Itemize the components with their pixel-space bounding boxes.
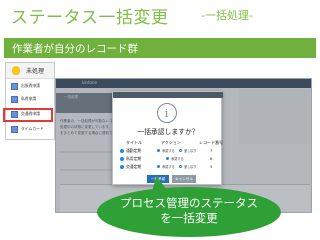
slide: ステータス一括変更 -一括処理- 作業者が自分のレコード群 未処理 出張費申請 … — [0, 0, 320, 240]
dialog-topbar — [113, 92, 223, 98]
section-heading-bar: 作業者が自分のレコード群 — [4, 38, 316, 58]
dialog-row: 私用定期 承認する 6 — [120, 156, 220, 162]
slide-title: ステータス一括変更 -一括処理- — [0, 0, 320, 30]
row-number: 7 — [210, 148, 213, 153]
app-icon — [11, 83, 18, 90]
header-action: アクション — [161, 140, 181, 145]
status-dot — [120, 157, 124, 161]
approve-label: 承認する — [171, 157, 184, 161]
row-number: 6 — [210, 156, 213, 161]
status-dot — [120, 165, 124, 169]
lightbulb-icon — [12, 66, 20, 75]
section-heading: 作業者が自分のレコード群 — [12, 43, 138, 55]
app-icon — [11, 96, 18, 103]
header-title: タイトル — [126, 140, 142, 145]
header-count: レコード番号 — [199, 140, 223, 145]
info-icon: i — [157, 103, 177, 123]
dialog-row: 通勤定期 承認する 差し戻す 7 — [120, 148, 220, 154]
callout-bubble: プロセス管理のステータス を一括変更 — [97, 187, 281, 237]
panel-item-label: 出張費申請 — [21, 83, 40, 88]
row-label: 通勤定期 — [126, 148, 142, 153]
approve-label: 承認する — [162, 149, 175, 153]
reject-radio[interactable] — [179, 149, 182, 152]
panel-item-private[interactable]: 私費申請 — [10, 94, 56, 105]
callout-line-1: プロセス管理のステータス — [120, 196, 258, 210]
approve-label: 承認する — [162, 165, 175, 169]
panel-item-travel[interactable]: 出張費申請 — [10, 81, 56, 92]
reject-label: 差し戻す — [184, 165, 197, 169]
app-icon — [11, 126, 18, 133]
highlight-box — [3, 108, 53, 122]
confirm-dialog: i 一括承認しますか？ タイトル アクション レコード番号 通勤定期 承認する … — [112, 91, 223, 185]
title-subtitle: -一括処理- — [201, 9, 253, 22]
panel-item-label: 私費申請 — [21, 96, 37, 101]
status-dot — [120, 149, 124, 153]
reject-label: 差し戻す — [184, 149, 197, 153]
approve-radio[interactable] — [157, 149, 160, 152]
panel-title: 未処理 — [26, 68, 45, 75]
title-main: ステータス一括変更 — [11, 8, 169, 28]
panel-header: 未処理 — [6, 63, 54, 79]
process-panel: 未処理 出張費申請 私費申請 交通費申請 タイムカード — [5, 62, 55, 140]
reject-radio[interactable] — [179, 165, 182, 168]
row-number: 5 — [210, 164, 213, 169]
callout-line-2: を一括変更 — [160, 211, 218, 225]
approve-radio[interactable] — [157, 165, 160, 168]
dialog-row: 交通定期 承認する 差し戻す 5 — [120, 164, 220, 170]
callout-text: プロセス管理のステータス を一括変更 — [97, 196, 281, 226]
panel-item-timecard[interactable]: タイムカード — [10, 124, 56, 135]
panel-item-label: タイムカード — [21, 126, 44, 131]
row-label: 私用定期 — [126, 156, 142, 161]
approve-radio[interactable] — [166, 157, 169, 160]
row-label: 交通定期 — [126, 164, 142, 169]
dialog-question: 一括承認しますか？ — [137, 128, 199, 136]
cancel-button[interactable]: キャンセル — [172, 175, 196, 183]
